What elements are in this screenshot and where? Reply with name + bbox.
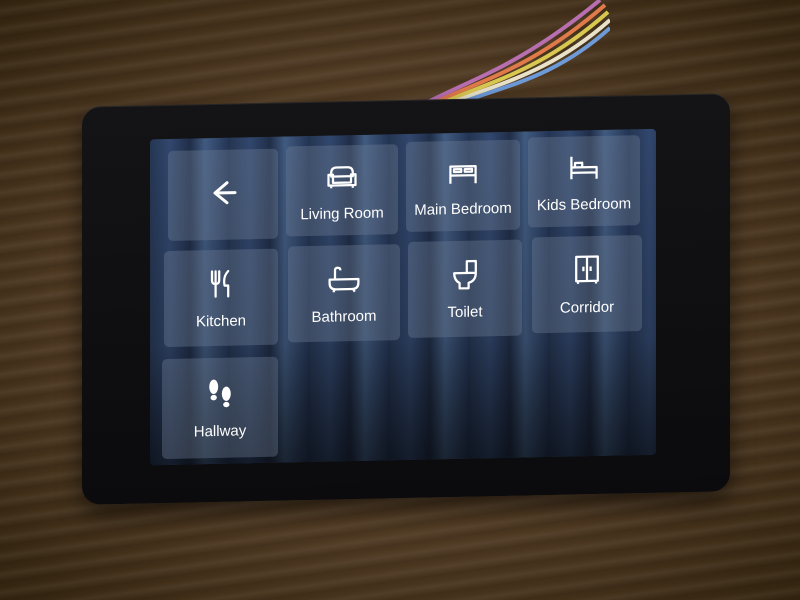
tile-label: Living Room <box>300 204 384 224</box>
bathtub-icon <box>326 261 362 309</box>
room-tile-living-room[interactable]: Living Room <box>286 144 398 237</box>
tile-label: Kitchen <box>195 312 247 331</box>
wardrobe-icon <box>569 252 605 300</box>
tile-label: Toilet <box>447 303 483 322</box>
sofa-icon <box>324 158 360 206</box>
arrow-left-icon <box>203 172 243 218</box>
tile-label: Corridor <box>559 298 615 317</box>
tile-label: Hallway <box>193 422 247 441</box>
fork-knife-icon <box>203 265 239 313</box>
room-tile-hallway[interactable]: Hallway <box>162 356 278 460</box>
room-selection-screen: Living Room Main Bedroom Kids Bedroom Ki… <box>150 128 656 466</box>
room-tile-toilet[interactable]: Toilet <box>408 239 522 338</box>
room-tile-main-bedroom[interactable]: Main Bedroom <box>406 139 520 232</box>
room-tile-corridor[interactable]: Corridor <box>532 235 642 334</box>
room-tile-kitchen[interactable]: Kitchen <box>164 248 278 348</box>
tile-label: Main Bedroom <box>414 199 512 219</box>
ribbon-cable <box>423 0 610 110</box>
toilet-icon <box>447 256 483 304</box>
tile-label: Kids Bedroom <box>536 195 632 215</box>
back-button[interactable] <box>168 148 278 241</box>
room-tile-bathroom[interactable]: Bathroom <box>288 244 400 343</box>
double-bed-icon <box>445 153 481 201</box>
room-tile-kids-bedroom[interactable]: Kids Bedroom <box>528 135 640 228</box>
tile-label: Bathroom <box>311 307 377 326</box>
touchscreen-device: Living Room Main Bedroom Kids Bedroom Ki… <box>82 93 730 505</box>
footprints-icon <box>202 376 238 424</box>
single-bed-icon <box>566 149 602 197</box>
